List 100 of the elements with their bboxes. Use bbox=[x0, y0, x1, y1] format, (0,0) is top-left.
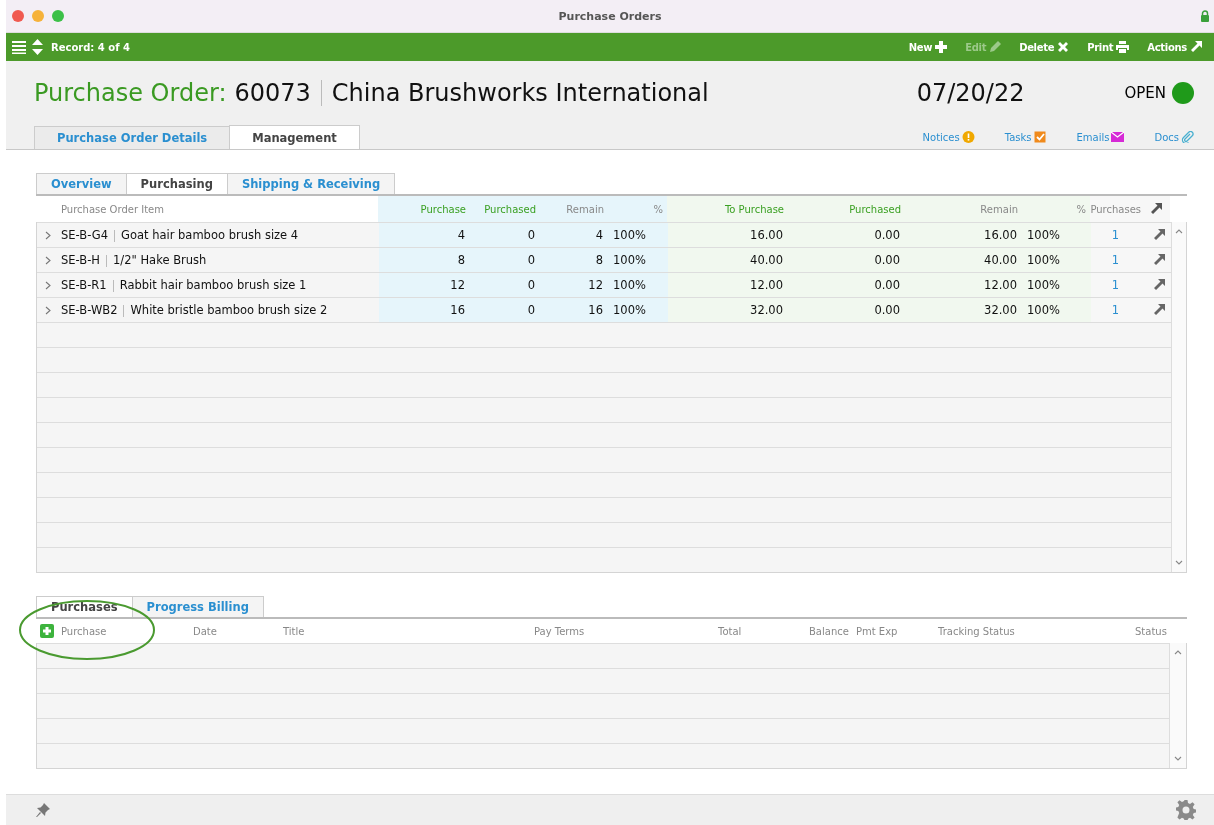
record-counter: Record: 4 of 4 bbox=[51, 41, 130, 53]
table-cell: 0.00 bbox=[874, 253, 900, 267]
table-cell: 12.00 bbox=[750, 278, 783, 292]
delete-icon bbox=[1057, 41, 1070, 53]
column-header: Purchase Order Item bbox=[60, 202, 165, 217]
table-cell: 100% bbox=[1027, 278, 1060, 292]
order-number: 60073 bbox=[234, 79, 311, 107]
close-button[interactable] bbox=[12, 10, 24, 22]
column-header: Purchased bbox=[470, 196, 540, 222]
scrollbar[interactable] bbox=[1171, 222, 1186, 572]
table-cell: 100% bbox=[1027, 303, 1060, 317]
toolbar-action-button[interactable]: Print bbox=[1081, 41, 1136, 53]
open-arrow-icon[interactable] bbox=[1149, 203, 1162, 215]
column-header: Date bbox=[193, 625, 217, 637]
table-cell: 4 bbox=[457, 228, 465, 242]
expand-chevron-icon[interactable] bbox=[45, 230, 51, 240]
column-header: % bbox=[608, 196, 667, 222]
header-link[interactable]: Tasks bbox=[1004, 131, 1047, 143]
table-cell: 32.00 bbox=[984, 303, 1017, 317]
item-name: SE-B-WB2 White bristle bamboo brush size 2 bbox=[61, 303, 328, 317]
toolbar-action-button[interactable]: Delete bbox=[1013, 41, 1076, 53]
toolbar-action-button[interactable]: Actions bbox=[1141, 41, 1208, 53]
record-type-label: Purchase Order: bbox=[34, 79, 227, 107]
tab[interactable]: Purchase Order Details bbox=[34, 126, 231, 149]
header-link[interactable]: Notices bbox=[922, 131, 975, 143]
purchases-count-link[interactable]: 1 bbox=[1111, 228, 1120, 242]
column-header: Pmt Exp bbox=[856, 625, 898, 637]
table-cell: 100% bbox=[1027, 228, 1060, 242]
column-header: Purchased bbox=[788, 196, 905, 222]
record-stepper-icon[interactable] bbox=[32, 39, 43, 55]
table-cell: 16.00 bbox=[984, 228, 1017, 242]
column-header: Pay Terms bbox=[534, 625, 585, 637]
scroll-down-icon[interactable] bbox=[1175, 560, 1183, 566]
expand-chevron-icon[interactable] bbox=[45, 255, 51, 265]
tab[interactable]: Progress Billing bbox=[131, 596, 264, 617]
table-cell: 0 bbox=[527, 253, 535, 267]
table-cell: 8 bbox=[595, 253, 603, 267]
open-arrow-icon[interactable] bbox=[1152, 279, 1165, 291]
column-header: Title bbox=[283, 625, 305, 637]
scroll-up-icon[interactable] bbox=[1174, 649, 1182, 655]
table-cell: 100% bbox=[613, 303, 646, 317]
table-cell: 12 bbox=[450, 278, 465, 292]
table-cell: 0 bbox=[527, 278, 535, 292]
toolbar-action-button[interactable]: New bbox=[902, 41, 954, 53]
window-title: Purchase Orders bbox=[558, 9, 662, 23]
table-cell: 0 bbox=[527, 228, 535, 242]
tab[interactable]: Shipping & Receiving bbox=[226, 173, 396, 194]
menu-icon[interactable] bbox=[12, 40, 26, 54]
column-header: To Purchase bbox=[667, 196, 788, 222]
printer-icon bbox=[1116, 41, 1130, 53]
expand-chevron-icon[interactable] bbox=[45, 305, 51, 315]
table-cell: 8 bbox=[457, 253, 465, 267]
item-name: SE-B-H 1/2" Hake Brush bbox=[61, 253, 207, 267]
column-header: % bbox=[1022, 196, 1090, 222]
purchases-count-link[interactable]: 1 bbox=[1111, 278, 1120, 292]
table-cell: 100% bbox=[613, 228, 646, 242]
vendor-name: China Brushworks International bbox=[331, 79, 709, 107]
plus-icon bbox=[935, 41, 948, 53]
arrow-icon bbox=[1190, 41, 1202, 53]
add-icon[interactable] bbox=[40, 624, 54, 638]
scrollbar[interactable] bbox=[1169, 643, 1186, 768]
scroll-down-icon[interactable] bbox=[1174, 756, 1182, 762]
table-cell: 32.00 bbox=[750, 303, 783, 317]
open-arrow-icon[interactable] bbox=[1152, 304, 1165, 316]
header-link[interactable]: Emails bbox=[1076, 131, 1125, 143]
lock-icon bbox=[1200, 10, 1210, 22]
open-arrow-icon[interactable] bbox=[1152, 254, 1165, 266]
column-header: Purchases bbox=[1090, 196, 1145, 222]
table-cell: 16.00 bbox=[750, 228, 783, 242]
table-cell: 40.00 bbox=[984, 253, 1017, 267]
order-date: 07/20/22 bbox=[916, 79, 1025, 107]
column-header: Status bbox=[1135, 625, 1167, 637]
table-cell: 16 bbox=[450, 303, 465, 317]
zoom-button[interactable] bbox=[52, 10, 64, 22]
tab[interactable]: Management bbox=[229, 125, 360, 149]
column-header: Total bbox=[718, 625, 742, 637]
column-header: Tracking Status bbox=[938, 625, 1015, 637]
scroll-up-icon[interactable] bbox=[1175, 228, 1183, 234]
tab[interactable]: Overview bbox=[36, 173, 127, 194]
tab[interactable]: Purchasing bbox=[125, 173, 228, 194]
expand-chevron-icon[interactable] bbox=[45, 280, 51, 290]
column-header: Balance bbox=[809, 625, 849, 637]
table-cell: 16 bbox=[588, 303, 603, 317]
table-cell: 12 bbox=[588, 278, 603, 292]
table-cell: 12.00 bbox=[984, 278, 1017, 292]
column-header: Purchase bbox=[61, 625, 107, 637]
table-cell: 100% bbox=[613, 278, 646, 292]
status-label: OPEN bbox=[1124, 84, 1166, 102]
table-cell: 0.00 bbox=[874, 278, 900, 292]
header-link[interactable]: Docs bbox=[1154, 131, 1194, 143]
item-name: SE-B-G4 Goat hair bamboo brush size 4 bbox=[61, 228, 299, 242]
table-cell: 0.00 bbox=[874, 303, 900, 317]
pencil-icon bbox=[989, 41, 1002, 53]
settings-icon[interactable] bbox=[1176, 800, 1196, 820]
pin-icon[interactable] bbox=[36, 803, 50, 817]
purchases-count-link[interactable]: 1 bbox=[1111, 303, 1120, 317]
purchases-count-link[interactable]: 1 bbox=[1111, 253, 1120, 267]
item-name: SE-B-R1 Rabbit hair bamboo brush size 1 bbox=[61, 278, 307, 292]
open-arrow-icon[interactable] bbox=[1152, 229, 1165, 241]
tab[interactable]: Purchases bbox=[36, 596, 133, 617]
